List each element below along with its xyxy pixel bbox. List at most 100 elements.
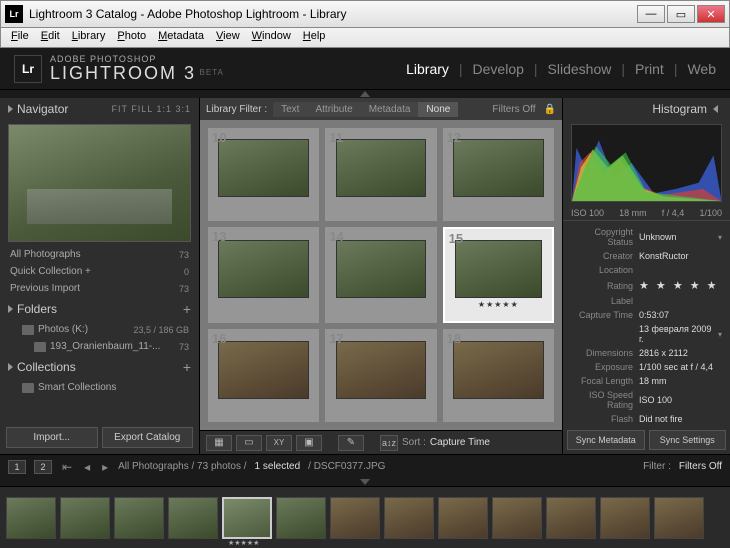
lock-icon[interactable]: 🔒 bbox=[544, 104, 556, 115]
metadata-value[interactable]: 1/100 sec at f / 4,4 bbox=[639, 362, 722, 372]
module-develop[interactable]: Develop bbox=[473, 61, 524, 77]
export-catalog-button[interactable]: Export Catalog bbox=[102, 427, 194, 448]
dropdown-icon[interactable]: ▾ bbox=[718, 233, 722, 242]
catalog-row[interactable]: All Photographs73 bbox=[0, 246, 199, 263]
filmstrip-thumb[interactable] bbox=[60, 497, 110, 539]
sync-metadata-button[interactable]: Sync Metadata bbox=[567, 430, 645, 450]
add-folder-icon[interactable]: + bbox=[183, 301, 191, 317]
rating-stars[interactable]: ★★★★★ bbox=[478, 300, 519, 310]
painter-tool-button[interactable]: ✎ bbox=[338, 435, 364, 451]
metadata-row[interactable]: Location bbox=[571, 263, 722, 277]
menu-library[interactable]: Library bbox=[66, 28, 112, 47]
metadata-value[interactable]: 13 февраля 2009 г. bbox=[639, 324, 714, 344]
menu-file[interactable]: File bbox=[5, 28, 35, 47]
filmstrip-thumb[interactable] bbox=[384, 497, 434, 539]
filmstrip[interactable]: ★★★★★ bbox=[0, 486, 730, 548]
import-button[interactable]: Import... bbox=[6, 427, 98, 448]
secondary-display-2[interactable]: 2 bbox=[34, 460, 52, 474]
filmstrip-toggle[interactable] bbox=[0, 478, 730, 486]
metadata-value[interactable]: 2816 x 2112 bbox=[639, 348, 722, 358]
metadata-value[interactable]: 18 mm bbox=[639, 376, 722, 386]
metadata-value[interactable]: 0:53:07 bbox=[639, 310, 722, 320]
grid-cell[interactable]: 16 bbox=[208, 329, 319, 422]
menu-edit[interactable]: Edit bbox=[35, 28, 66, 47]
close-button[interactable]: ✕ bbox=[697, 5, 725, 23]
filter-tab-attribute[interactable]: Attribute bbox=[307, 102, 360, 117]
collections-header[interactable]: Collections + bbox=[0, 355, 199, 379]
catalog-row[interactable]: Previous Import73 bbox=[0, 280, 199, 297]
menu-metadata[interactable]: Metadata bbox=[152, 28, 210, 47]
metadata-row[interactable]: FlashDid not fire bbox=[571, 412, 722, 426]
filmstrip-thumb[interactable] bbox=[600, 497, 650, 539]
filmstrip-thumb[interactable]: ★★★★★ bbox=[222, 497, 272, 539]
metadata-row[interactable]: Capture Time0:53:07 bbox=[571, 308, 722, 322]
filmstrip-thumb[interactable] bbox=[492, 497, 542, 539]
maximize-button[interactable]: ▭ bbox=[667, 5, 695, 23]
navigator-header[interactable]: Navigator FIT FILL 1:1 3:1 bbox=[0, 98, 199, 120]
histogram-header[interactable]: Histogram bbox=[563, 98, 730, 120]
module-library[interactable]: Library bbox=[406, 61, 449, 77]
secondary-display-1[interactable]: 1 bbox=[8, 460, 26, 474]
menu-photo[interactable]: Photo bbox=[111, 28, 152, 47]
catalog-row[interactable]: Quick Collection +0 bbox=[0, 263, 199, 280]
smart-collections-row[interactable]: Smart Collections bbox=[0, 379, 199, 396]
menu-view[interactable]: View bbox=[210, 28, 246, 47]
grid-cell[interactable]: 14 bbox=[325, 227, 436, 324]
metadata-value[interactable]: ★ ★ ★ ★ ★ bbox=[639, 279, 722, 292]
sort-direction-button[interactable]: a↕z bbox=[380, 435, 398, 451]
metadata-row[interactable]: Focal Length18 mm bbox=[571, 374, 722, 388]
grid-cell[interactable]: 15★★★★★ bbox=[443, 227, 554, 324]
metadata-row[interactable]: Dimensions2816 x 2112 bbox=[571, 346, 722, 360]
metadata-row[interactable]: Label bbox=[571, 294, 722, 308]
nav-next-button[interactable]: ▸ bbox=[100, 460, 110, 474]
metadata-row[interactable]: Exposure1/100 sec at f / 4,4 bbox=[571, 360, 722, 374]
filmstrip-thumb[interactable] bbox=[654, 497, 704, 539]
navigator-preview[interactable] bbox=[8, 124, 191, 242]
module-slideshow[interactable]: Slideshow bbox=[548, 61, 612, 77]
metadata-row[interactable]: Copyright StatusUnknown▾ bbox=[571, 225, 722, 249]
filter-tab-metadata[interactable]: Metadata bbox=[361, 102, 419, 117]
grid-cell[interactable]: 10 bbox=[208, 128, 319, 221]
add-collection-icon[interactable]: + bbox=[183, 359, 191, 375]
filter-tab-text[interactable]: Text bbox=[273, 102, 307, 117]
minimize-button[interactable]: — bbox=[637, 5, 665, 23]
filmstrip-thumb[interactable] bbox=[114, 497, 164, 539]
module-web[interactable]: Web bbox=[687, 61, 716, 77]
filter-tab-none[interactable]: None bbox=[418, 102, 458, 117]
grid-cell[interactable]: 17 bbox=[325, 329, 436, 422]
folder-row[interactable]: 193_Oranienbaum_11-... 73 bbox=[0, 338, 199, 355]
metadata-value[interactable]: Did not fire bbox=[639, 414, 722, 424]
filter-value[interactable]: Filters Off bbox=[679, 461, 722, 472]
filters-off-toggle[interactable]: Filters Off bbox=[492, 104, 535, 115]
navigator-zoom-opts[interactable]: FIT FILL 1:1 3:1 bbox=[111, 104, 191, 114]
sync-settings-button[interactable]: Sync Settings bbox=[649, 430, 727, 450]
filmstrip-thumb[interactable] bbox=[6, 497, 56, 539]
loupe-view-button[interactable]: ▭ bbox=[236, 435, 262, 451]
survey-view-button[interactable]: ▣ bbox=[296, 435, 322, 451]
module-print[interactable]: Print bbox=[635, 61, 664, 77]
breadcrumb[interactable]: All Photographs / 73 photos / bbox=[118, 461, 246, 472]
grid-cell[interactable]: 13 bbox=[208, 227, 319, 324]
metadata-value[interactable]: ISO 100 bbox=[639, 395, 722, 405]
nav-first-button[interactable]: ⇤ bbox=[60, 460, 74, 474]
metadata-row[interactable]: 13 февраля 2009 г. ▾ bbox=[571, 322, 722, 346]
metadata-row[interactable]: Rating★ ★ ★ ★ ★ bbox=[571, 277, 722, 294]
filmstrip-thumb[interactable] bbox=[438, 497, 488, 539]
metadata-row[interactable]: CreatorKonstRuctor bbox=[571, 249, 722, 263]
sort-value[interactable]: Capture Time bbox=[430, 437, 490, 448]
metadata-row[interactable]: ISO Speed RatingISO 100 bbox=[571, 388, 722, 412]
filmstrip-thumb[interactable] bbox=[330, 497, 380, 539]
metadata-value[interactable]: Unknown bbox=[639, 232, 714, 242]
grid-cell[interactable]: 18 bbox=[443, 329, 554, 422]
nav-prev-button[interactable]: ◂ bbox=[82, 460, 92, 474]
grid-cell[interactable]: 11 bbox=[325, 128, 436, 221]
filmstrip-thumb[interactable] bbox=[546, 497, 596, 539]
dropdown-icon[interactable]: ▾ bbox=[718, 330, 722, 339]
filmstrip-thumb[interactable] bbox=[168, 497, 218, 539]
volume-row[interactable]: Photos (K:) 23,5 / 186 GB bbox=[0, 321, 199, 338]
folders-header[interactable]: Folders + bbox=[0, 297, 199, 321]
grid-cell[interactable]: 12 bbox=[443, 128, 554, 221]
metadata-value[interactable]: KonstRuctor bbox=[639, 251, 722, 261]
grid-view-button[interactable]: ▦ bbox=[206, 435, 232, 451]
top-panel-toggle[interactable] bbox=[0, 90, 730, 98]
